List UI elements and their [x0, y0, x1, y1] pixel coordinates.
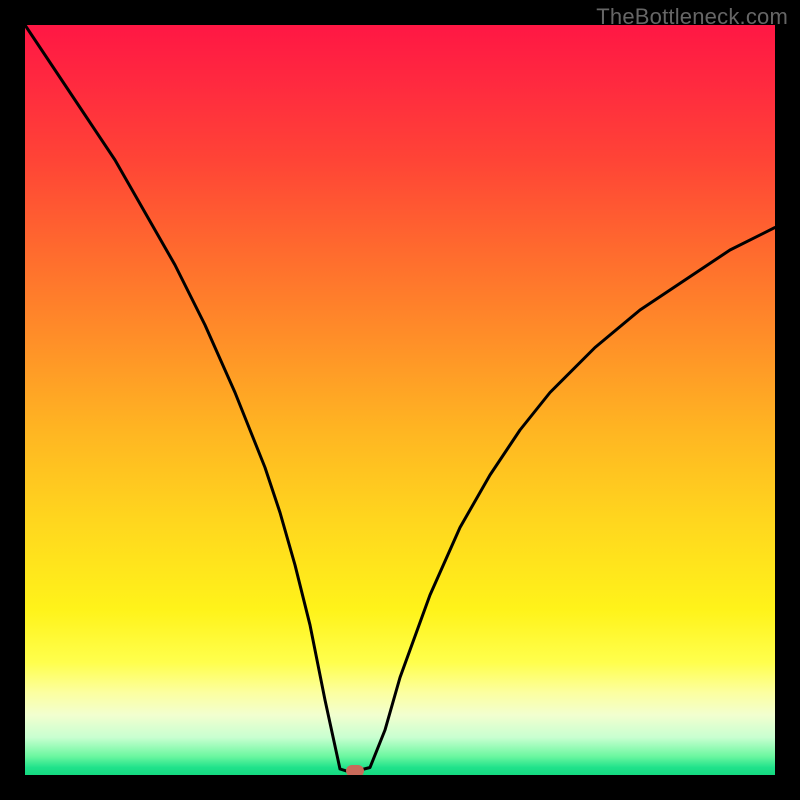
plot-area: [25, 25, 775, 775]
watermark-text: TheBottleneck.com: [596, 4, 788, 30]
curve-path: [25, 25, 775, 771]
bottleneck-curve: [25, 25, 775, 775]
chart-frame: TheBottleneck.com: [0, 0, 800, 800]
optimum-marker: [346, 765, 364, 775]
